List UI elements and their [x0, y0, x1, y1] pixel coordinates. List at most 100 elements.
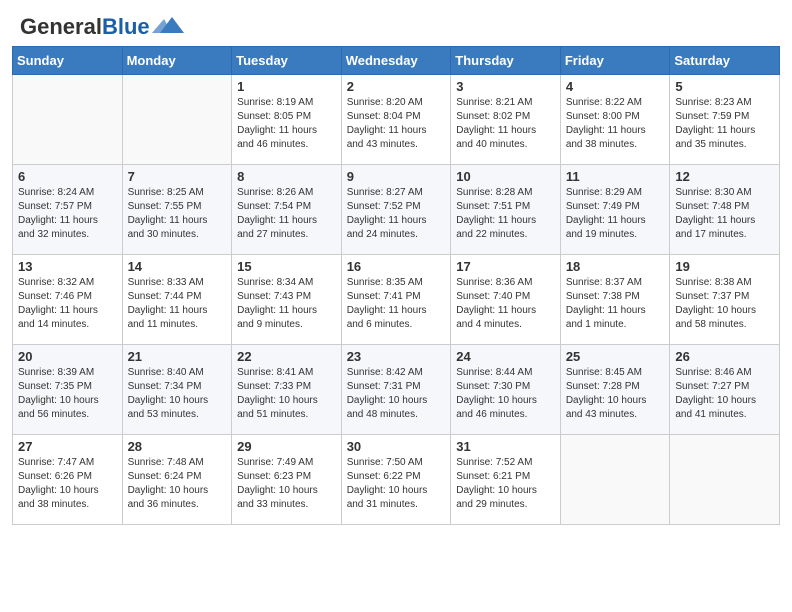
- day-number: 2: [347, 79, 446, 94]
- cell-info: Sunrise: 7:49 AM Sunset: 6:23 PM Dayligh…: [237, 456, 336, 512]
- cell-info: Sunrise: 8:36 AM Sunset: 7:40 PM Dayligh…: [456, 276, 555, 332]
- day-number: 12: [675, 169, 774, 184]
- calendar-week-5: 27 Sunrise: 7:47 AM Sunset: 6:26 PM Dayli…: [13, 435, 780, 525]
- logo-blue: Blue: [102, 14, 150, 39]
- day-number: 11: [566, 169, 665, 184]
- cell-info: Sunrise: 7:47 AM Sunset: 6:26 PM Dayligh…: [18, 456, 117, 512]
- cell-info: Sunrise: 8:20 AM Sunset: 8:04 PM Dayligh…: [347, 96, 446, 152]
- day-number: 20: [18, 349, 117, 364]
- day-header-thursday: Thursday: [451, 47, 561, 75]
- cell-info: Sunrise: 8:32 AM Sunset: 7:46 PM Dayligh…: [18, 276, 117, 332]
- cell-info: Sunrise: 8:35 AM Sunset: 7:41 PM Dayligh…: [347, 276, 446, 332]
- day-number: 7: [128, 169, 227, 184]
- calendar-cell: [122, 75, 232, 165]
- calendar-cell: 12 Sunrise: 8:30 AM Sunset: 7:48 PM Dayli…: [670, 165, 780, 255]
- calendar-cell: 28Sunrise: 7:48 AM Sunset: 6:24 PM Dayli…: [122, 435, 232, 525]
- calendar-week-4: 20 Sunrise: 8:39 AM Sunset: 7:35 PM Dayli…: [13, 345, 780, 435]
- day-header-saturday: Saturday: [670, 47, 780, 75]
- calendar-cell: 26 Sunrise: 8:46 AM Sunset: 7:27 PM Dayli…: [670, 345, 780, 435]
- day-number: 26: [675, 349, 774, 364]
- calendar-cell: 22Sunrise: 8:41 AM Sunset: 7:33 PM Dayli…: [232, 345, 342, 435]
- day-number: 28: [128, 439, 227, 454]
- calendar-header: SundayMondayTuesdayWednesdayThursdayFrid…: [13, 47, 780, 75]
- cell-info: Sunrise: 8:39 AM Sunset: 7:35 PM Dayligh…: [18, 366, 117, 422]
- day-number: 8: [237, 169, 336, 184]
- day-header-monday: Monday: [122, 47, 232, 75]
- day-number: 30: [347, 439, 446, 454]
- calendar-cell: [13, 75, 123, 165]
- cell-info: Sunrise: 8:24 AM Sunset: 7:57 PM Dayligh…: [18, 186, 117, 242]
- calendar-cell: 30 Sunrise: 7:50 AM Sunset: 6:22 PM Dayli…: [341, 435, 451, 525]
- day-number: 19: [675, 259, 774, 274]
- day-number: 24: [456, 349, 555, 364]
- calendar-cell: 21 Sunrise: 8:40 AM Sunset: 7:34 PM Dayli…: [122, 345, 232, 435]
- cell-info: Sunrise: 7:50 AM Sunset: 6:22 PM Dayligh…: [347, 456, 446, 512]
- calendar-cell: 10 Sunrise: 8:28 AM Sunset: 7:51 PM Dayli…: [451, 165, 561, 255]
- calendar-cell: 29Sunrise: 7:49 AM Sunset: 6:23 PM Dayli…: [232, 435, 342, 525]
- cell-info: Sunrise: 8:21 AM Sunset: 8:02 PM Dayligh…: [456, 96, 555, 152]
- calendar-cell: 13 Sunrise: 8:32 AM Sunset: 7:46 PM Dayli…: [13, 255, 123, 345]
- calendar-cell: 6Sunrise: 8:24 AM Sunset: 7:57 PM Daylig…: [13, 165, 123, 255]
- day-number: 23: [347, 349, 446, 364]
- day-number: 3: [456, 79, 555, 94]
- cell-info: Sunrise: 8:42 AM Sunset: 7:31 PM Dayligh…: [347, 366, 446, 422]
- cell-info: Sunrise: 8:37 AM Sunset: 7:38 PM Dayligh…: [566, 276, 665, 332]
- calendar-week-3: 13 Sunrise: 8:32 AM Sunset: 7:46 PM Dayli…: [13, 255, 780, 345]
- day-header-tuesday: Tuesday: [232, 47, 342, 75]
- calendar-cell: 1 Sunrise: 8:19 AM Sunset: 8:05 PM Daylig…: [232, 75, 342, 165]
- calendar-cell: 15 Sunrise: 8:34 AM Sunset: 7:43 PM Dayli…: [232, 255, 342, 345]
- calendar-cell: 3 Sunrise: 8:21 AM Sunset: 8:02 PM Daylig…: [451, 75, 561, 165]
- calendar-cell: 17Sunrise: 8:36 AM Sunset: 7:40 PM Dayli…: [451, 255, 561, 345]
- day-number: 31: [456, 439, 555, 454]
- cell-info: Sunrise: 8:30 AM Sunset: 7:48 PM Dayligh…: [675, 186, 774, 242]
- calendar-cell: 14Sunrise: 8:33 AM Sunset: 7:44 PM Dayli…: [122, 255, 232, 345]
- cell-info: Sunrise: 8:28 AM Sunset: 7:51 PM Dayligh…: [456, 186, 555, 242]
- calendar-cell: 5Sunrise: 8:23 AM Sunset: 7:59 PM Daylig…: [670, 75, 780, 165]
- calendar-cell: [560, 435, 670, 525]
- cell-info: Sunrise: 8:29 AM Sunset: 7:49 PM Dayligh…: [566, 186, 665, 242]
- cell-info: Sunrise: 8:44 AM Sunset: 7:30 PM Dayligh…: [456, 366, 555, 422]
- cell-info: Sunrise: 8:45 AM Sunset: 7:28 PM Dayligh…: [566, 366, 665, 422]
- calendar-cell: 25 Sunrise: 8:45 AM Sunset: 7:28 PM Dayli…: [560, 345, 670, 435]
- day-number: 18: [566, 259, 665, 274]
- day-number: 4: [566, 79, 665, 94]
- cell-info: Sunrise: 8:46 AM Sunset: 7:27 PM Dayligh…: [675, 366, 774, 422]
- cell-info: Sunrise: 8:19 AM Sunset: 8:05 PM Dayligh…: [237, 96, 336, 152]
- page-header: GeneralBlue: [0, 0, 792, 46]
- logo-general: General: [20, 14, 102, 39]
- calendar-cell: 2 Sunrise: 8:20 AM Sunset: 8:04 PM Daylig…: [341, 75, 451, 165]
- cell-info: Sunrise: 8:27 AM Sunset: 7:52 PM Dayligh…: [347, 186, 446, 242]
- cell-info: Sunrise: 8:41 AM Sunset: 7:33 PM Dayligh…: [237, 366, 336, 422]
- calendar-cell: 24 Sunrise: 8:44 AM Sunset: 7:30 PM Dayli…: [451, 345, 561, 435]
- day-number: 15: [237, 259, 336, 274]
- calendar-cell: 11 Sunrise: 8:29 AM Sunset: 7:49 PM Dayli…: [560, 165, 670, 255]
- calendar-cell: 7Sunrise: 8:25 AM Sunset: 7:55 PM Daylig…: [122, 165, 232, 255]
- calendar-cell: 18 Sunrise: 8:37 AM Sunset: 7:38 PM Dayli…: [560, 255, 670, 345]
- logo: GeneralBlue: [20, 16, 184, 38]
- cell-info: Sunrise: 8:22 AM Sunset: 8:00 PM Dayligh…: [566, 96, 665, 152]
- day-number: 9: [347, 169, 446, 184]
- calendar-week-1: 1 Sunrise: 8:19 AM Sunset: 8:05 PM Daylig…: [13, 75, 780, 165]
- calendar-cell: 20 Sunrise: 8:39 AM Sunset: 7:35 PM Dayli…: [13, 345, 123, 435]
- day-number: 21: [128, 349, 227, 364]
- cell-info: Sunrise: 8:34 AM Sunset: 7:43 PM Dayligh…: [237, 276, 336, 332]
- calendar-cell: [670, 435, 780, 525]
- day-number: 13: [18, 259, 117, 274]
- cell-info: Sunrise: 8:26 AM Sunset: 7:54 PM Dayligh…: [237, 186, 336, 242]
- day-number: 1: [237, 79, 336, 94]
- day-number: 25: [566, 349, 665, 364]
- cell-info: Sunrise: 8:40 AM Sunset: 7:34 PM Dayligh…: [128, 366, 227, 422]
- calendar-cell: 31Sunrise: 7:52 AM Sunset: 6:21 PM Dayli…: [451, 435, 561, 525]
- day-header-wednesday: Wednesday: [341, 47, 451, 75]
- calendar-cell: 19 Sunrise: 8:38 AM Sunset: 7:37 PM Dayli…: [670, 255, 780, 345]
- calendar-week-2: 6Sunrise: 8:24 AM Sunset: 7:57 PM Daylig…: [13, 165, 780, 255]
- day-number: 10: [456, 169, 555, 184]
- cell-info: Sunrise: 8:38 AM Sunset: 7:37 PM Dayligh…: [675, 276, 774, 332]
- calendar-cell: 27 Sunrise: 7:47 AM Sunset: 6:26 PM Dayli…: [13, 435, 123, 525]
- day-header-sunday: Sunday: [13, 47, 123, 75]
- calendar-table: SundayMondayTuesdayWednesdayThursdayFrid…: [12, 46, 780, 525]
- header-row: SundayMondayTuesdayWednesdayThursdayFrid…: [13, 47, 780, 75]
- day-header-friday: Friday: [560, 47, 670, 75]
- day-number: 27: [18, 439, 117, 454]
- logo-text: GeneralBlue: [20, 16, 150, 38]
